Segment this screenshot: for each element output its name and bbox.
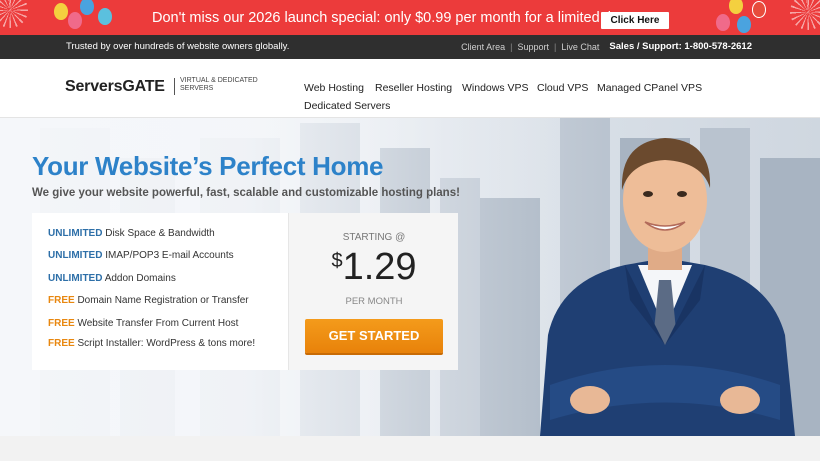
price-period: PER MONTH xyxy=(345,296,403,307)
feature-text: Disk Space & Bandwidth xyxy=(105,228,215,239)
price-amount: 1.29 xyxy=(342,246,417,288)
balloon-icon xyxy=(716,14,730,31)
feature-item: UNLIMITED Addon Domains xyxy=(48,273,176,284)
divider: | xyxy=(554,41,557,52)
balloon-icon xyxy=(54,3,68,20)
nav-cloud-vps[interactable]: Cloud VPS xyxy=(537,82,588,94)
nav-managed-cpanel-vps[interactable]: Managed CPanel VPS xyxy=(597,82,702,94)
price-currency: $ xyxy=(331,250,343,272)
price: $1.29 xyxy=(289,246,459,289)
client-area-link[interactable]: Client Area xyxy=(461,42,505,52)
starting-label: STARTING @ xyxy=(342,232,406,243)
feature-text: Domain Name Registration or Transfer xyxy=(77,295,249,306)
hero-section: Your Website’s Perfect Home We give your… xyxy=(0,118,820,436)
nav-dedicated-servers[interactable]: Dedicated Servers xyxy=(304,100,390,112)
feature-keyword: FREE xyxy=(48,318,75,329)
sales-support-phone: Sales / Support: 1-800-578-2612 xyxy=(609,41,752,52)
nav-web-hosting[interactable]: Web Hosting xyxy=(304,82,364,94)
balloon-icon xyxy=(68,12,82,29)
features-box: UNLIMITED Disk Space & Bandwidth UNLIMIT… xyxy=(32,213,288,370)
feature-text: Script Installer: WordPress & tons more! xyxy=(77,338,256,349)
site-header: ServersGATE VIRTUAL & DEDICATED SERVERS … xyxy=(0,59,820,118)
page-below-hero xyxy=(0,436,820,461)
promo-click-here-button[interactable]: Click Here xyxy=(601,12,669,29)
support-link[interactable]: Support xyxy=(518,42,550,52)
firework-icon xyxy=(0,0,28,28)
feature-text: IMAP/POP3 E-mail Accounts xyxy=(105,250,234,261)
promo-text: Don't miss our 2026 launch special: only… xyxy=(152,10,636,26)
balloon-icon xyxy=(737,16,751,33)
feature-keyword: UNLIMITED xyxy=(48,273,103,284)
nav-windows-vps[interactable]: Windows VPS xyxy=(462,82,529,94)
balloon-icon xyxy=(98,8,112,25)
balloon-icon xyxy=(729,0,743,14)
businessman-image xyxy=(540,138,795,436)
logo[interactable]: ServersGATE xyxy=(65,78,165,96)
firework-icon xyxy=(790,0,820,30)
feature-item: FREE Script Installer: WordPress & tons … xyxy=(48,338,255,349)
top-links: Client Area | Support | Live Chat Sales … xyxy=(461,41,752,52)
hero-subtitle: We give your website powerful, fast, sca… xyxy=(32,187,460,199)
get-started-button[interactable]: GET STARTED xyxy=(305,319,443,353)
balloon-icon xyxy=(80,0,94,15)
hero-title: Your Website’s Perfect Home xyxy=(32,151,384,181)
live-chat-link[interactable]: Live Chat xyxy=(561,42,599,52)
logo-divider xyxy=(174,78,175,95)
feature-text: Addon Domains xyxy=(104,273,176,284)
feature-keyword: UNLIMITED xyxy=(48,250,103,261)
logo-tagline: VIRTUAL & DEDICATED SERVERS xyxy=(180,77,258,92)
nav-reseller-hosting[interactable]: Reseller Hosting xyxy=(375,82,452,94)
pricing-box: STARTING @ $1.29 PER MONTH GET STARTED xyxy=(288,213,458,370)
balloon-icon xyxy=(752,1,766,18)
feature-keyword: UNLIMITED xyxy=(48,228,103,239)
divider: | xyxy=(510,41,513,52)
promo-banner: Don't miss our 2026 launch special: only… xyxy=(0,0,820,35)
trusted-text: Trusted by over hundreds of website owne… xyxy=(66,41,290,52)
feature-item: FREE Domain Name Registration or Transfe… xyxy=(48,295,249,306)
top-bar: Trusted by over hundreds of website owne… xyxy=(0,35,820,59)
feature-keyword: FREE xyxy=(48,295,75,306)
feature-keyword: FREE xyxy=(48,338,75,349)
feature-text: Website Transfer From Current Host xyxy=(77,318,239,329)
feature-item: UNLIMITED Disk Space & Bandwidth xyxy=(48,228,215,239)
feature-item: FREE Website Transfer From Current Host xyxy=(48,318,238,329)
feature-item: UNLIMITED IMAP/POP3 E-mail Accounts xyxy=(48,250,234,261)
